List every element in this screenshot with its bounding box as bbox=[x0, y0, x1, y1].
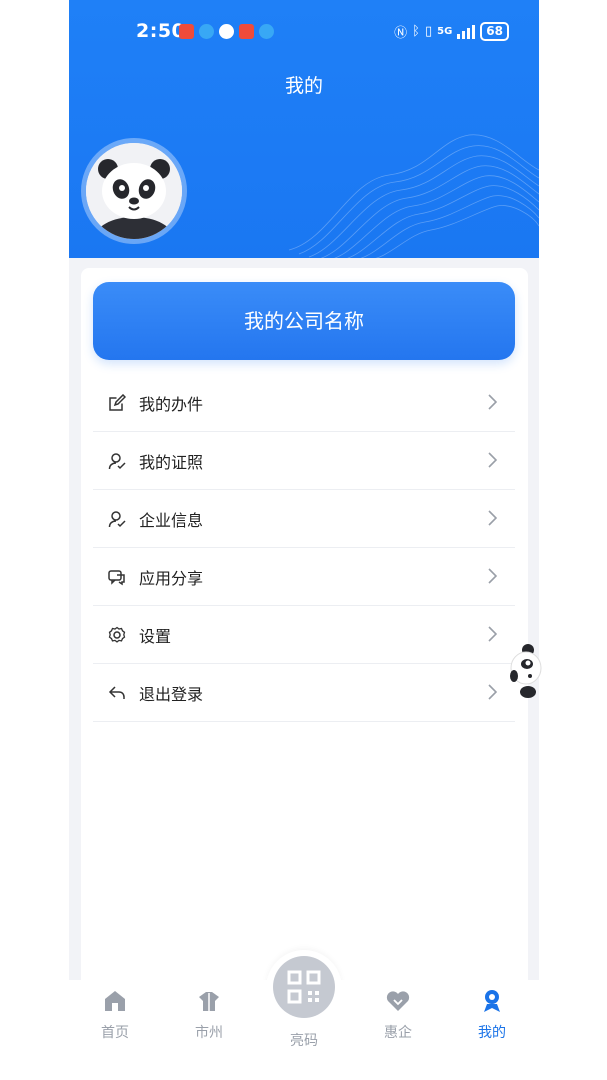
menu-item-logout[interactable]: 退出登录 bbox=[93, 664, 515, 722]
tab-label: 市州 bbox=[195, 1025, 223, 1041]
edit-icon bbox=[107, 393, 127, 413]
chat-notification-icon bbox=[259, 24, 274, 39]
menu-item-label: 设置 bbox=[139, 626, 172, 646]
menu-item-share-app[interactable]: 应用分享 bbox=[93, 548, 515, 606]
home-icon bbox=[105, 991, 125, 1011]
profile-icon bbox=[484, 990, 500, 1012]
app-screen: 2:50 Ⓝ ᛒ ▯ 5G 68 我的 我的公司名称 我的办件 我的证照 企业信… bbox=[69, 0, 539, 1080]
network-label: 5G bbox=[437, 26, 453, 37]
avatar[interactable] bbox=[86, 143, 182, 239]
tab-label: 亮码 bbox=[290, 1033, 318, 1049]
mail-icon bbox=[239, 24, 254, 39]
menu-item-label: 应用分享 bbox=[139, 568, 204, 588]
qrcode-icon bbox=[287, 970, 321, 1004]
tab-show-code[interactable]: 亮码 bbox=[274, 1026, 334, 1050]
app-notification-icon bbox=[219, 24, 234, 39]
nfc-icon: Ⓝ bbox=[394, 26, 408, 41]
chevron-right-icon bbox=[488, 452, 497, 468]
tab-label: 首页 bbox=[101, 1025, 129, 1041]
menu-item-settings[interactable]: 设置 bbox=[93, 606, 515, 664]
system-icons: Ⓝ ᛒ ▯ 5G 68 bbox=[394, 22, 509, 41]
wave-decoration bbox=[288, 134, 539, 258]
floating-panda-assistant[interactable] bbox=[506, 642, 542, 700]
menu-item-label: 企业信息 bbox=[139, 510, 204, 530]
qr-code-button[interactable] bbox=[273, 956, 335, 1018]
notification-icons bbox=[179, 24, 274, 39]
vibrate-icon: ▯ bbox=[424, 24, 433, 39]
company-name-button[interactable]: 我的公司名称 bbox=[93, 282, 515, 360]
tab-city[interactable]: 市州 bbox=[179, 988, 239, 1042]
city-icon bbox=[199, 992, 219, 1011]
gear-icon bbox=[107, 625, 127, 645]
heart-icon bbox=[386, 991, 410, 1011]
profile-header: 2:50 Ⓝ ᛒ ▯ 5G 68 我的 bbox=[69, 0, 539, 258]
missed-call-icon bbox=[179, 24, 194, 39]
page-title: 我的 bbox=[284, 75, 323, 97]
tab-home[interactable]: 首页 bbox=[85, 988, 145, 1042]
panda-avatar-icon bbox=[86, 143, 182, 239]
chevron-right-icon bbox=[488, 510, 497, 526]
status-time: 2:50 bbox=[136, 20, 186, 42]
menu-item-my-licenses[interactable]: 我的证照 bbox=[93, 432, 515, 490]
chevron-right-icon bbox=[488, 568, 497, 584]
message-icon bbox=[199, 24, 214, 39]
menu-item-my-applications[interactable]: 我的办件 bbox=[93, 374, 515, 432]
user-icon bbox=[107, 451, 127, 471]
signal-icon bbox=[457, 24, 476, 39]
tab-label: 我的 bbox=[478, 1025, 506, 1041]
tab-mine[interactable]: 我的 bbox=[462, 988, 522, 1042]
tab-label: 惠企 bbox=[384, 1025, 412, 1041]
logout-icon bbox=[107, 683, 127, 703]
chevron-right-icon bbox=[488, 626, 497, 642]
menu-list: 我的办件 我的证照 企业信息 应用分享 设置 退出登录 bbox=[93, 374, 515, 722]
menu-item-label: 我的办件 bbox=[139, 394, 204, 414]
bluetooth-icon: ᛒ bbox=[412, 24, 420, 39]
chevron-right-icon bbox=[488, 684, 497, 700]
chat-icon bbox=[107, 567, 127, 587]
menu-item-company-info[interactable]: 企业信息 bbox=[93, 490, 515, 548]
status-bar: 2:50 Ⓝ ᛒ ▯ 5G 68 bbox=[69, 18, 539, 46]
profile-card: 我的公司名称 我的办件 我的证照 企业信息 应用分享 设置 退出登录 bbox=[81, 268, 528, 1008]
tab-benefits[interactable]: 惠企 bbox=[368, 988, 428, 1042]
menu-item-label: 我的证照 bbox=[139, 452, 204, 472]
chevron-right-icon bbox=[488, 394, 497, 410]
menu-item-label: 退出登录 bbox=[139, 684, 204, 704]
battery-icon: 68 bbox=[480, 22, 509, 41]
user-icon bbox=[107, 509, 127, 529]
